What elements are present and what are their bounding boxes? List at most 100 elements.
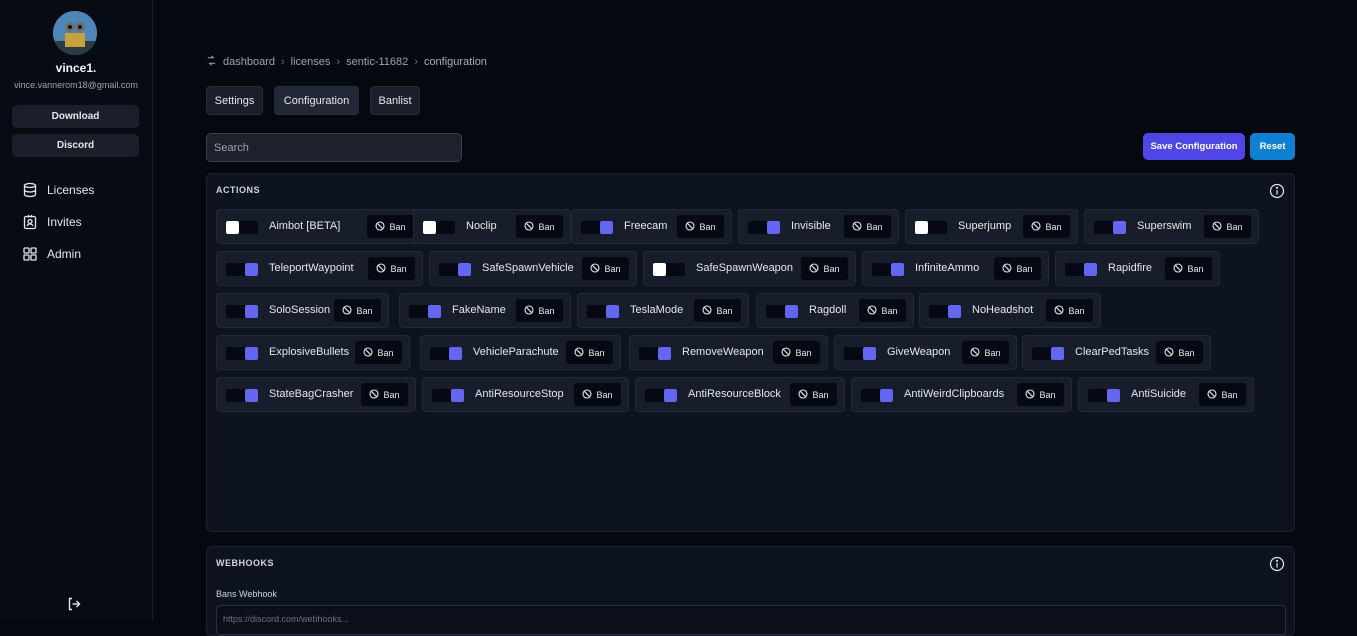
discord-button[interactable]: Discord bbox=[12, 134, 139, 157]
action-toggle[interactable] bbox=[861, 389, 893, 402]
ban-button[interactable]: Ban bbox=[773, 341, 820, 364]
breadcrumb-item[interactable]: dashboard bbox=[223, 56, 275, 68]
action-toggle[interactable] bbox=[748, 221, 780, 234]
download-button[interactable]: Download bbox=[12, 105, 139, 128]
ban-icon bbox=[375, 220, 386, 233]
action-label: FakeName bbox=[452, 304, 506, 316]
action-label: SafeSpawnVehicle bbox=[482, 262, 574, 274]
action-label: Freecam bbox=[624, 220, 668, 232]
ban-label: Ban bbox=[716, 305, 733, 316]
action-item: SafeSpawnWeapon Ban bbox=[643, 251, 856, 286]
ban-button[interactable]: Ban bbox=[368, 257, 415, 280]
toggle-knob bbox=[423, 221, 436, 234]
action-toggle[interactable] bbox=[915, 221, 947, 234]
action-toggle[interactable] bbox=[423, 221, 455, 234]
ban-button[interactable]: Ban bbox=[694, 299, 741, 322]
ban-button[interactable]: Ban bbox=[516, 215, 563, 238]
ban-label: Ban bbox=[881, 305, 898, 316]
action-toggle[interactable] bbox=[226, 389, 258, 402]
ban-button[interactable]: Ban bbox=[677, 215, 724, 238]
action-toggle[interactable] bbox=[587, 305, 619, 318]
action-toggle[interactable] bbox=[430, 347, 462, 360]
action-label: GiveWeapon bbox=[887, 346, 951, 358]
ban-button[interactable]: Ban bbox=[582, 257, 629, 280]
ban-button[interactable]: Ban bbox=[1204, 215, 1251, 238]
ban-button[interactable]: Ban bbox=[1023, 215, 1070, 238]
action-toggle[interactable] bbox=[645, 389, 677, 402]
ban-button[interactable]: Ban bbox=[844, 215, 891, 238]
action-toggle[interactable] bbox=[872, 263, 904, 276]
bans-webhook-input[interactable]: https://discord.com/webhooks... bbox=[216, 605, 1286, 635]
action-label: InfiniteAmmo bbox=[915, 262, 980, 274]
sidebar-item-invites[interactable]: Invites bbox=[22, 212, 82, 232]
action-toggle[interactable] bbox=[1065, 263, 1097, 276]
save-configuration-button[interactable]: Save Configuration bbox=[1143, 133, 1245, 160]
ban-button[interactable]: Ban bbox=[962, 341, 1009, 364]
ban-button[interactable]: Ban bbox=[334, 299, 381, 322]
action-toggle[interactable] bbox=[766, 305, 798, 318]
ban-button[interactable]: Ban bbox=[801, 257, 848, 280]
ban-button[interactable]: Ban bbox=[790, 383, 837, 406]
action-toggle[interactable] bbox=[1032, 347, 1064, 360]
ban-button[interactable]: Ban bbox=[361, 383, 408, 406]
ban-button[interactable]: Ban bbox=[1165, 257, 1212, 280]
action-toggle[interactable] bbox=[653, 263, 685, 276]
avatar[interactable] bbox=[53, 11, 97, 55]
action-toggle[interactable] bbox=[226, 263, 258, 276]
action-toggle[interactable] bbox=[639, 347, 671, 360]
action-item: Ragdoll Ban bbox=[756, 293, 914, 328]
search-input[interactable] bbox=[206, 133, 462, 162]
toggle-knob bbox=[449, 347, 462, 360]
ban-button[interactable]: Ban bbox=[859, 299, 906, 322]
action-toggle[interactable] bbox=[1088, 389, 1120, 402]
ban-button[interactable]: Ban bbox=[1156, 341, 1203, 364]
ban-button[interactable]: Ban bbox=[994, 257, 1041, 280]
action-toggle[interactable] bbox=[226, 221, 258, 234]
action-toggle[interactable] bbox=[226, 347, 258, 360]
ban-button[interactable]: Ban bbox=[1199, 383, 1246, 406]
ban-button[interactable]: Ban bbox=[574, 383, 621, 406]
action-toggle[interactable] bbox=[929, 305, 961, 318]
info-icon[interactable] bbox=[1269, 183, 1285, 204]
tab-configuration[interactable]: Configuration bbox=[274, 86, 359, 115]
reset-button[interactable]: Reset bbox=[1250, 133, 1295, 160]
action-label: Superjump bbox=[958, 220, 1012, 232]
logout-icon[interactable] bbox=[66, 596, 82, 617]
action-item: SoloSession Ban bbox=[216, 293, 389, 328]
action-toggle[interactable] bbox=[226, 305, 258, 318]
action-toggle[interactable] bbox=[432, 389, 464, 402]
action-label: AntiSuicide bbox=[1131, 388, 1187, 400]
toggle-knob bbox=[767, 221, 780, 234]
ban-button[interactable]: Ban bbox=[355, 341, 402, 364]
tab-banlist[interactable]: Banlist bbox=[370, 86, 420, 115]
ban-button[interactable]: Ban bbox=[1017, 383, 1064, 406]
ban-label: Ban bbox=[1068, 305, 1085, 316]
info-icon[interactable] bbox=[1269, 556, 1285, 577]
breadcrumb-item[interactable]: sentic-11682 bbox=[346, 56, 408, 68]
action-toggle[interactable] bbox=[439, 263, 471, 276]
ban-icon bbox=[1031, 220, 1042, 233]
tab-settings[interactable]: Settings bbox=[206, 86, 263, 115]
ban-icon bbox=[1212, 220, 1223, 233]
action-toggle[interactable] bbox=[1094, 221, 1126, 234]
action-toggle[interactable] bbox=[409, 305, 441, 318]
ban-button[interactable]: Ban bbox=[367, 215, 414, 238]
ban-label: Ban bbox=[1187, 263, 1204, 274]
action-item: Aimbot [BETA] Ban bbox=[216, 209, 422, 244]
action-item: InfiniteAmmo Ban bbox=[862, 251, 1049, 286]
action-toggle[interactable] bbox=[844, 347, 876, 360]
action-toggle[interactable] bbox=[581, 221, 613, 234]
sidebar-item-licenses[interactable]: Licenses bbox=[22, 180, 94, 200]
ban-label: Ban bbox=[1045, 221, 1062, 232]
sidebar-item-admin[interactable]: Admin bbox=[22, 244, 81, 264]
action-item: AntiResourceStop Ban bbox=[422, 377, 629, 412]
breadcrumb-item[interactable]: licenses bbox=[291, 56, 331, 68]
ban-button[interactable]: Ban bbox=[516, 299, 563, 322]
ban-icon bbox=[685, 220, 696, 233]
ban-icon bbox=[1207, 388, 1218, 401]
action-label: AntiResourceBlock bbox=[688, 388, 781, 400]
ban-icon bbox=[781, 346, 792, 359]
ban-button[interactable]: Ban bbox=[1046, 299, 1093, 322]
ban-icon bbox=[376, 262, 387, 275]
ban-button[interactable]: Ban bbox=[566, 341, 613, 364]
